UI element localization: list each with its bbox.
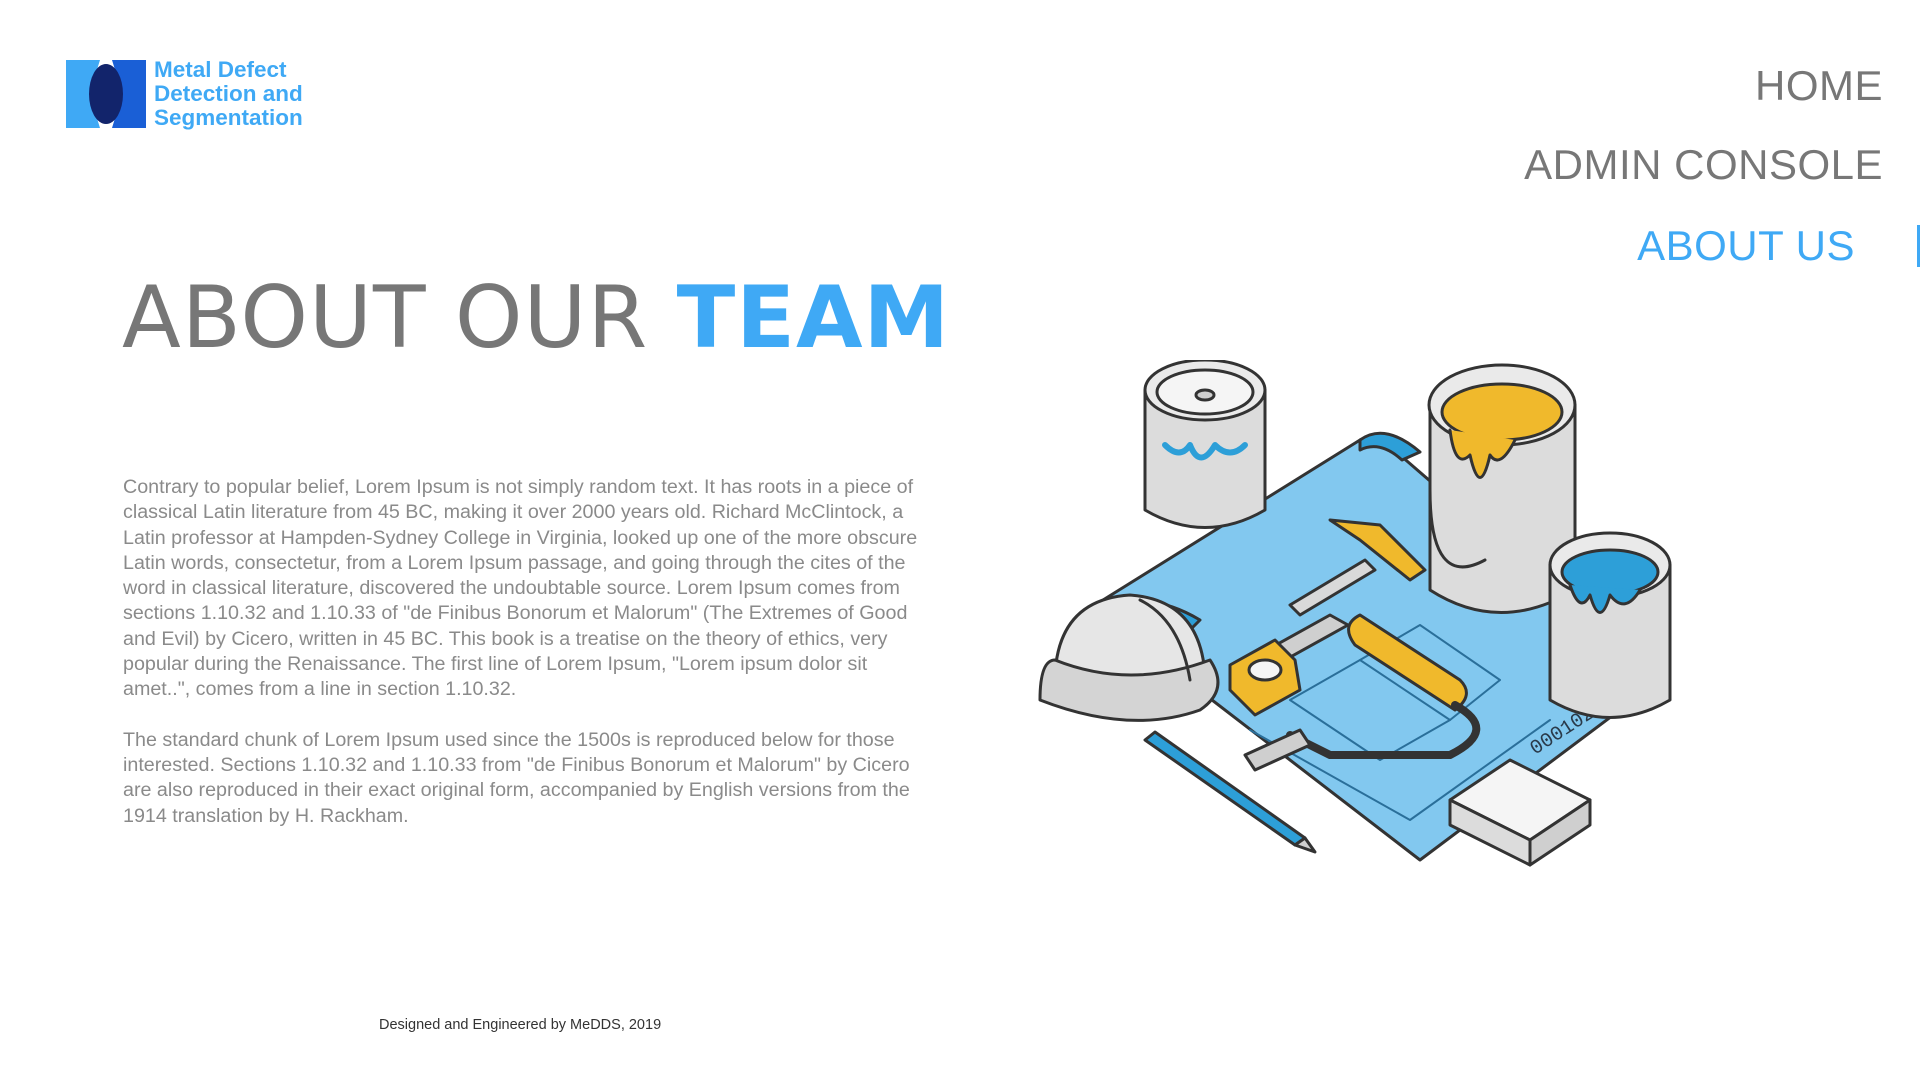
page-title-accent: TEAM	[676, 268, 951, 368]
logo-line-3: Segmentation	[154, 105, 303, 130]
nav-about-us-link[interactable]: ABOUT US	[1637, 222, 1855, 270]
page-title-prefix: ABOUT OUR	[122, 268, 677, 368]
about-paragraph-2: The standard chunk of Lorem Ipsum used s…	[123, 728, 910, 827]
logo-text: Metal Defect Detection and Segmentation	[154, 58, 303, 130]
construction-tools-illustration: 0001020	[1038, 360, 1672, 867]
nav-admin-console-link[interactable]: ADMIN CONSOLE	[1524, 141, 1883, 189]
logo-mark-icon	[66, 60, 146, 128]
nav-home-link[interactable]: HOME	[1755, 62, 1883, 110]
footer-credit: Designed and Engineered by MeDDS, 2019	[379, 1017, 662, 1033]
about-paragraph-1: Contrary to popular belief, Lorem Ipsum …	[123, 476, 918, 701]
page-title: ABOUT OUR TEAM	[122, 268, 950, 368]
logo-line-2: Detection and	[154, 81, 303, 106]
about-body: Contrary to popular belief, Lorem Ipsum …	[123, 475, 923, 854]
logo[interactable]: Metal Defect Detection and Segmentation	[66, 56, 328, 132]
logo-line-1: Metal Defect	[154, 57, 287, 82]
